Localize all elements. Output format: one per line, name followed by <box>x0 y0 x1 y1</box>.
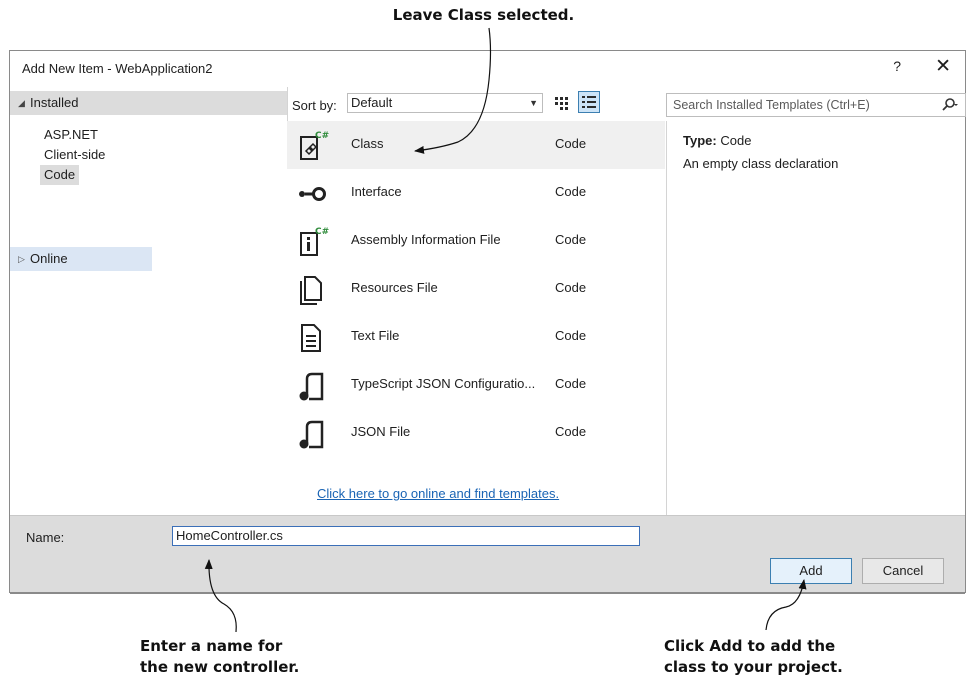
close-button[interactable]: ✕ <box>935 55 951 78</box>
template-category: Code <box>555 136 587 151</box>
name-field[interactable]: HomeController.cs <box>172 526 640 546</box>
callout-enter-name: Enter a name for the new controller. <box>140 636 299 678</box>
type-value: Code <box>720 133 752 148</box>
template-row-text-file[interactable]: Text File Code <box>287 313 665 361</box>
callout-add-line1: Click Add to add the <box>664 637 836 655</box>
cancel-button[interactable]: Cancel <box>862 558 944 584</box>
resources-file-icon <box>300 276 322 305</box>
search-placeholder: Search Installed Templates (Ctrl+E) <box>673 98 870 112</box>
json-file-icon <box>299 420 324 449</box>
tree-item-code[interactable]: Code <box>40 165 80 185</box>
tree-node-online[interactable]: ▷ Online <box>10 247 152 271</box>
json-file-icon <box>299 372 324 401</box>
search-templates-input[interactable]: Search Installed Templates (Ctrl+E) <box>666 93 966 117</box>
svg-text:C#: C# <box>315 131 329 141</box>
template-row-typescript-json[interactable]: TypeScript JSON Configuratio... Code <box>287 361 665 409</box>
template-name: Class <box>351 136 384 151</box>
template-name: Assembly Information File <box>351 232 501 247</box>
callout-add-line2: class to your project. <box>664 658 843 676</box>
template-description: An empty class declaration <box>683 156 839 171</box>
callout-leave-class: Leave Class selected. <box>392 6 575 24</box>
template-name: JSON File <box>351 424 411 439</box>
sort-by-value: Default <box>351 95 393 110</box>
tree-node-installed[interactable]: ◢ Installed <box>10 91 287 115</box>
callout-click-add: Click Add to add the class to your proje… <box>664 636 843 678</box>
template-category: Code <box>555 328 587 343</box>
small-icons-view-icon[interactable] <box>553 95 571 113</box>
tree-node-installed-label: Installed <box>30 95 79 110</box>
template-type: Type: Code <box>683 133 751 148</box>
tree-item-aspnet[interactable]: ASP.NET <box>40 125 102 145</box>
template-row-resources-file[interactable]: Resources File Code <box>287 265 665 313</box>
callout-name-line2: the new controller. <box>140 658 300 676</box>
template-category: Code <box>555 424 587 439</box>
bottom-bar: Name: HomeController.cs Add Cancel <box>10 515 965 594</box>
template-category: Code <box>555 280 587 295</box>
template-row-interface[interactable]: Interface Code <box>287 169 665 217</box>
help-button[interactable]: ? <box>893 58 901 74</box>
dialog-title: Add New Item - WebApplication2 <box>22 61 213 76</box>
svg-text:C#: C# <box>315 227 329 237</box>
tree-node-online-label: Online <box>30 251 68 266</box>
template-row-assembly-info[interactable]: C# Assembly Information File Code <box>287 217 665 265</box>
template-row-class[interactable]: C# Class Code <box>287 121 665 169</box>
template-row-json-file[interactable]: JSON File Code <box>287 409 665 457</box>
template-name: TypeScript JSON Configuratio... <box>351 376 536 391</box>
collapsed-arrow-icon: ▷ <box>18 254 25 264</box>
sort-by-label: Sort by: <box>292 98 337 113</box>
chevron-down-icon: ▼ <box>529 98 538 108</box>
type-label: Type: <box>683 133 717 148</box>
class-icon: C# <box>300 131 329 160</box>
template-details-pane: Type: Code An empty class declaration <box>666 121 967 515</box>
template-category: Code <box>555 232 587 247</box>
add-button[interactable]: Add <box>770 558 852 584</box>
search-icon[interactable] <box>941 97 959 113</box>
callout-name-line1: Enter a name for <box>140 637 283 655</box>
title-bar: Add New Item - WebApplication2 ? ✕ <box>10 51 965 87</box>
template-category: Code <box>555 376 587 391</box>
template-name: Interface <box>351 184 402 199</box>
template-category: Code <box>555 184 587 199</box>
template-list: C# Class Code Interface Code C# Assembly… <box>287 121 665 515</box>
add-new-item-dialog: Add New Item - WebApplication2 ? ✕ ◢ Ins… <box>9 50 967 594</box>
sort-by-dropdown[interactable]: Default ▼ <box>347 93 543 113</box>
sort-toolbar: Sort by: Default ▼ <box>287 87 665 119</box>
template-name: Resources File <box>351 280 438 295</box>
list-view-icon <box>582 96 596 108</box>
assembly-info-icon: C# <box>300 227 329 256</box>
interface-icon <box>299 187 326 201</box>
template-category-tree: ◢ Installed ASP.NET Client-side Code ▷ O… <box>10 87 288 515</box>
expanded-arrow-icon: ◢ <box>18 98 25 108</box>
find-templates-online-link[interactable]: Click here to go online and find templat… <box>317 486 559 501</box>
list-view-toggle[interactable] <box>578 91 600 113</box>
text-file-icon <box>301 324 321 352</box>
name-label: Name: <box>26 530 65 545</box>
template-name: Text File <box>351 328 400 343</box>
tree-item-client-side[interactable]: Client-side <box>40 145 109 165</box>
